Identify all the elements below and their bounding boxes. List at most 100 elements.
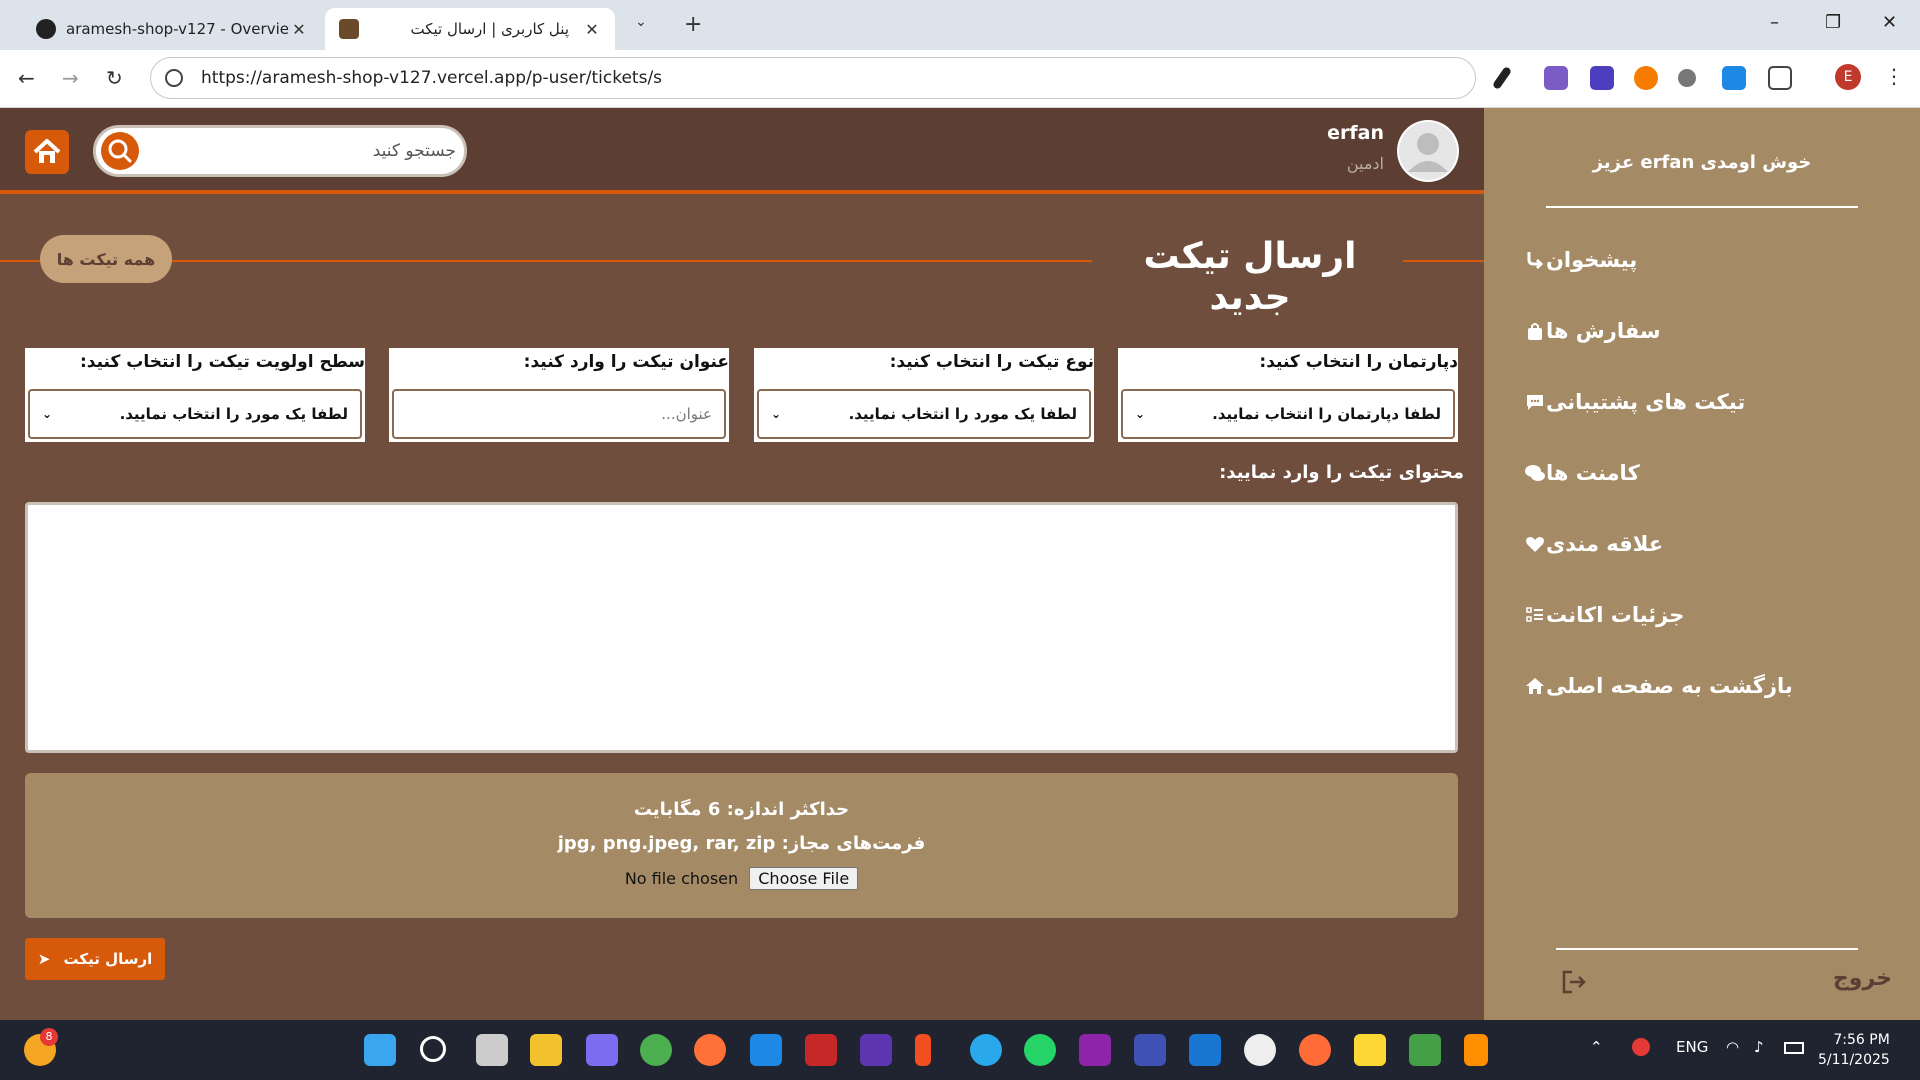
user-name: erfan [1327,122,1384,144]
content-label: محتوای تیکت را وارد نمایید: [1219,462,1464,483]
system-clock[interactable]: 7:56 PM 5/11/2025 [1818,1030,1890,1070]
new-tab-button[interactable]: + [684,12,702,37]
language-indicator[interactable]: ENG [1676,1038,1708,1056]
ticket-type-select-wrapper: لطفا یک مورد را انتخاب نمایید. ⌄ [754,386,1094,442]
sidebar-item-support-tickets[interactable]: تیکت های پشتیبانی [1512,382,1892,422]
browser-tab-ticket[interactable]: پنل کاربری | ارسال تیکت ✕ [325,8,615,50]
ticket-content-textarea[interactable] [25,502,1458,753]
vlc-icon[interactable] [1464,1034,1488,1066]
minimize-button[interactable]: – [1770,12,1779,33]
browser-tab-overview[interactable]: aramesh-shop-v127 - Overview ✕ [22,8,322,50]
profile-avatar[interactable]: E [1835,64,1861,90]
sidebar-item-label: علاقه مندی [1546,532,1664,556]
copilot-icon[interactable] [586,1034,618,1066]
taskbar-search-icon[interactable] [420,1036,446,1062]
ticket-type-select[interactable]: لطفا یک مورد را انتخاب نمایید. ⌄ [757,389,1091,439]
priority-select[interactable]: لطفا یک مورد را انتخاب نمایید. ⌄ [28,389,362,439]
extensions-puzzle-icon[interactable] [1768,66,1792,90]
firefox-icon[interactable] [694,1034,726,1066]
task-view-icon[interactable] [476,1034,508,1066]
all-tickets-button[interactable]: همه تیکت ها [40,235,172,283]
back-button[interactable]: ← [18,66,35,90]
ticket-title-placeholder: عنوان... [661,405,712,423]
bug-extension-icon[interactable] [1678,69,1696,87]
home-icon [33,139,61,163]
reload-button[interactable]: ↻ [106,66,123,90]
logout-icon[interactable] [1560,968,1588,996]
search-input[interactable] [156,136,456,166]
player-icon[interactable] [1354,1034,1386,1066]
eyedropper-extension-icon[interactable] [1491,65,1513,91]
sidebar-item-label: جزئیات اکانت [1546,603,1685,627]
winrar-icon[interactable] [1079,1034,1111,1066]
sidebar-item-back-home[interactable]: بازگشت به صفحه اصلی [1512,666,1892,706]
url-text: https://aramesh-shop-v127.vercel.app/p-u… [201,68,663,88]
git-icon[interactable] [1134,1034,1166,1066]
notification-badge: 8 [40,1028,58,1046]
remote-desktop-icon[interactable] [750,1034,782,1066]
start-menu-icon[interactable] [364,1034,396,1066]
sidebar-item-comments[interactable]: کامنت ها [1512,453,1892,493]
drop-extension-icon[interactable] [1722,66,1746,90]
avatar[interactable] [1397,120,1459,182]
browser-tab-strip: aramesh-shop-v127 - Overview ✕ پنل کاربر… [0,0,1920,50]
forward-button[interactable]: → [62,66,79,90]
vercel-favicon-icon [36,19,56,39]
figma-icon[interactable] [915,1034,931,1066]
sidebar-item-label: بازگشت به صفحه اصلی [1546,674,1793,698]
orange-extension-icon[interactable] [1634,66,1658,90]
ticket-title-field: عنوان تیکت را وارد کنید: عنوان... [389,348,729,442]
address-bar[interactable]: https://aramesh-shop-v127.vercel.app/p-u… [150,57,1476,99]
sidebar-item-label: تیکت های پشتیبانی [1546,390,1746,414]
volume-icon[interactable]: ♪ [1754,1038,1764,1056]
browser-menu-icon[interactable]: ⋮ [1884,64,1904,88]
sidebar-item-favorites[interactable]: علاقه مندی [1512,524,1892,564]
search-box [93,125,467,177]
purple-extension-icon[interactable] [1544,66,1568,90]
ticket-title-input-wrapper: عنوان... [389,386,729,442]
stack-extension-icon[interactable] [1590,66,1614,90]
postman-icon[interactable] [1299,1034,1331,1066]
close-window-button[interactable]: ✕ [1882,12,1897,33]
send-ticket-button[interactable]: ارسال تیکت ➤ [25,938,165,980]
vscode-icon[interactable] [1189,1034,1221,1066]
restore-button[interactable]: ❐ [1825,12,1841,33]
file-explorer-icon[interactable] [530,1034,562,1066]
home-button[interactable] [25,130,69,174]
search-button[interactable] [101,132,139,170]
tray-overflow-chevron-icon[interactable]: ⌃ [1590,1038,1603,1056]
tab-search-chevron-icon[interactable]: ⌄ [635,14,647,30]
sidebar-item-account-details[interactable]: جزئیات اکانت [1512,595,1892,635]
department-label: دپارتمان را انتخاب کنید: [1118,348,1458,386]
battery-icon[interactable] [1784,1042,1804,1054]
whatsapp-icon[interactable] [1024,1034,1056,1066]
department-select-wrapper: لطفا دپارتمان را انتخاب نمایید. ⌄ [1118,386,1458,442]
close-tab-icon[interactable]: ✕ [290,20,308,39]
vpn-shield-icon[interactable] [860,1034,892,1066]
user-role: ادمین [1346,154,1384,173]
chevron-down-icon: ⌄ [1135,407,1146,421]
chrome-icon[interactable] [640,1034,672,1066]
site-info-icon[interactable] [165,69,183,87]
ticket-title-input[interactable]: عنوان... [392,389,726,439]
sidebar-item-dashboard[interactable]: پیشخوان [1512,240,1892,280]
wifi-icon[interactable]: ◠ [1726,1038,1739,1056]
page-header: erfan ادمین [0,108,1484,194]
telegram-icon[interactable] [970,1034,1002,1066]
user-info: erfan ادمین [1254,120,1484,184]
sidebar: خوش اومدی erfan عزیز پیشخوان سفارش ها تی… [1484,108,1920,1020]
logout-button[interactable]: خروج [1833,966,1892,991]
choose-file-button[interactable]: Choose File [749,867,859,890]
tray-app-icon[interactable] [1632,1038,1650,1056]
close-tab-icon[interactable]: ✕ [583,20,601,39]
department-select[interactable]: لطفا دپارتمان را انتخاب نمایید. ⌄ [1121,389,1455,439]
ticket-type-label: نوع تیکت را انتخاب کنید: [754,348,1094,386]
p-app-icon[interactable] [805,1034,837,1066]
game-app-icon[interactable] [1409,1034,1441,1066]
mongodb-icon[interactable] [1244,1034,1276,1066]
sidebar-item-orders[interactable]: سفارش ها [1512,311,1892,351]
sidebar-item-label: سفارش ها [1546,319,1661,343]
department-field: دپارتمان را انتخاب کنید: لطفا دپارتمان ر… [1118,348,1458,442]
ticket-type-select-value: لطفا یک مورد را انتخاب نمایید. [848,405,1077,423]
sidebar-divider [1556,948,1858,950]
